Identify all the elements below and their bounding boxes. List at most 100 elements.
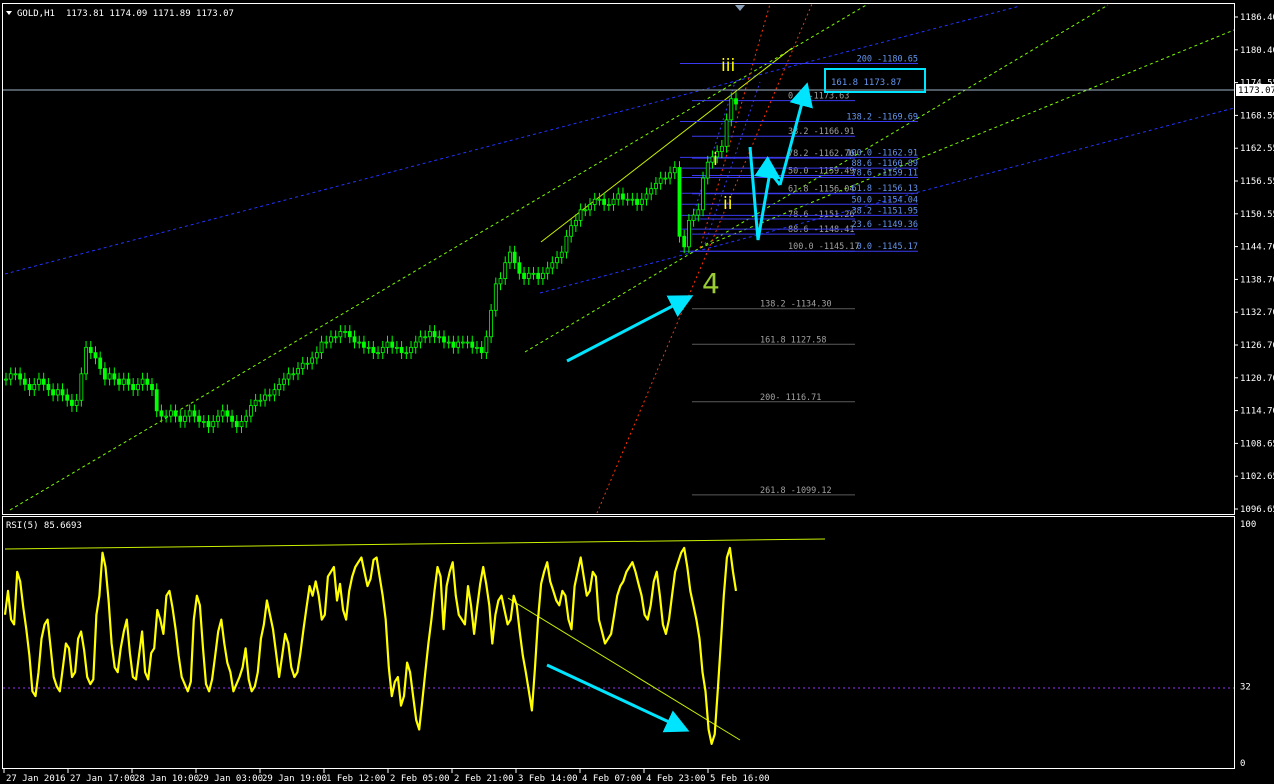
chart-menu-triangle-icon[interactable] [6, 11, 12, 15]
candle-body [668, 172, 672, 179]
candle-body [399, 346, 404, 354]
candle-body [479, 346, 484, 354]
candle-body [140, 378, 145, 385]
candle-body [230, 415, 234, 422]
candle-body [616, 193, 621, 200]
candle-body [216, 415, 220, 422]
fib-level-label: 50.0 -1154.04 [851, 195, 918, 205]
candle-body [592, 198, 597, 205]
fib-level-label: 100.0 -1162.91 [846, 148, 918, 158]
candle-body [536, 272, 541, 279]
candle-body [107, 373, 112, 380]
candle-body [93, 352, 98, 359]
price-candles [4, 92, 738, 434]
price-tick-label: 1180.40 [1240, 46, 1274, 56]
fib-level-label: 138.2 -1134.30 [760, 300, 832, 310]
candle-body [333, 336, 338, 339]
fib-level-label: 200 -1180.65 [857, 55, 918, 65]
candle-body [705, 161, 710, 179]
fib-level-label: 61.8 -1156.13 [851, 184, 918, 194]
price-tick-label: 1144.70 [1240, 243, 1274, 253]
window-shift-marker [735, 5, 745, 11]
candle-body [8, 373, 13, 380]
candle-body [512, 251, 517, 264]
candle-body [41, 378, 46, 385]
candle-body [451, 341, 456, 348]
candle-body [131, 383, 136, 391]
candle-body [197, 415, 201, 422]
candle-body [602, 198, 607, 205]
candle-body [88, 346, 93, 354]
candle-body [696, 209, 701, 216]
wave-i-label: i [713, 150, 718, 170]
candle-body [32, 383, 37, 391]
time-tick-label: 27 Jan 17:00 [70, 774, 135, 784]
candle-body [578, 209, 583, 221]
candle-body [178, 415, 183, 422]
candle-body [545, 267, 550, 274]
candle-body [493, 283, 498, 311]
fib-level-label: 0.0 -1173.63 [788, 92, 849, 102]
candle-body [456, 341, 461, 348]
candle-body [258, 399, 263, 402]
candle-body [310, 357, 315, 364]
candle-body [46, 383, 51, 391]
chart-svg: 1186.401180.401174.551168.551162.551156.… [2, 3, 1274, 784]
candle-body [423, 336, 428, 339]
candle-body [559, 251, 564, 258]
candle-body [357, 341, 362, 344]
ohlc-caption: 1173.81 1174.09 1171.89 1173.07 [66, 9, 234, 19]
rsi-tick-label: 32 [1240, 683, 1251, 693]
fib-level-label: 88.6 -1148.41 [788, 225, 855, 235]
candle-body [541, 272, 545, 279]
candle-body [74, 399, 79, 406]
candle-body [329, 336, 333, 343]
time-tick-label: 3 Feb 14:00 [518, 774, 578, 784]
rsi-caption: RSI(5) 85.6693 [6, 521, 82, 531]
rsi-line [3, 546, 738, 746]
candle-body [654, 182, 658, 190]
time-tick-label: 1 Feb 12:00 [326, 774, 386, 784]
candle-body [413, 341, 418, 348]
candle-body [658, 177, 663, 184]
candle-body [187, 410, 192, 417]
candle-body [173, 410, 178, 417]
candle-body [649, 188, 654, 195]
candle-body [249, 405, 253, 417]
main-panel-frame [2, 3, 1235, 515]
candle-body [121, 378, 126, 385]
candle-body [409, 346, 413, 354]
fib-level-label: 38.2 -1151.95 [851, 206, 918, 216]
target-box-label: 161.8 1173.87 [831, 78, 901, 88]
candle-body [286, 373, 291, 380]
candle-body [4, 378, 8, 381]
candle-body [635, 198, 639, 205]
candle-body [639, 198, 644, 205]
candle-body [380, 346, 385, 354]
candle-body [376, 352, 380, 355]
candle-body [484, 336, 489, 354]
fib-level-label: 200- 1116.71 [760, 393, 821, 403]
time-tick-label: 5 Feb 16:00 [710, 774, 770, 784]
time-tick-label: 29 Jan 19:00 [262, 774, 327, 784]
candle-body [418, 336, 423, 343]
candle-body [470, 341, 475, 348]
annotation-arrows [546, 82, 813, 733]
fib-level-label: 138.2 -1169.69 [846, 113, 918, 123]
rsi-tick-label: 100 [1240, 520, 1256, 530]
candle-body [442, 336, 446, 343]
candle-body [719, 145, 724, 153]
fib-level-label: 261.8 -1099.12 [760, 486, 832, 496]
candle-body [432, 331, 437, 338]
price-tick-label: 1168.55 [1240, 111, 1274, 121]
candle-body [192, 410, 197, 417]
candle-body [517, 262, 522, 274]
candle-body [103, 368, 107, 380]
wave-iii-label: iii [721, 56, 735, 76]
candle-body [682, 235, 687, 248]
fib-level-label: 161.8 1127.58 [760, 335, 827, 345]
candle-body [343, 331, 347, 333]
candle-body [366, 346, 371, 349]
time-tick-label: 2 Feb 21:00 [454, 774, 514, 784]
time-tick-label: 4 Feb 07:00 [582, 774, 642, 784]
